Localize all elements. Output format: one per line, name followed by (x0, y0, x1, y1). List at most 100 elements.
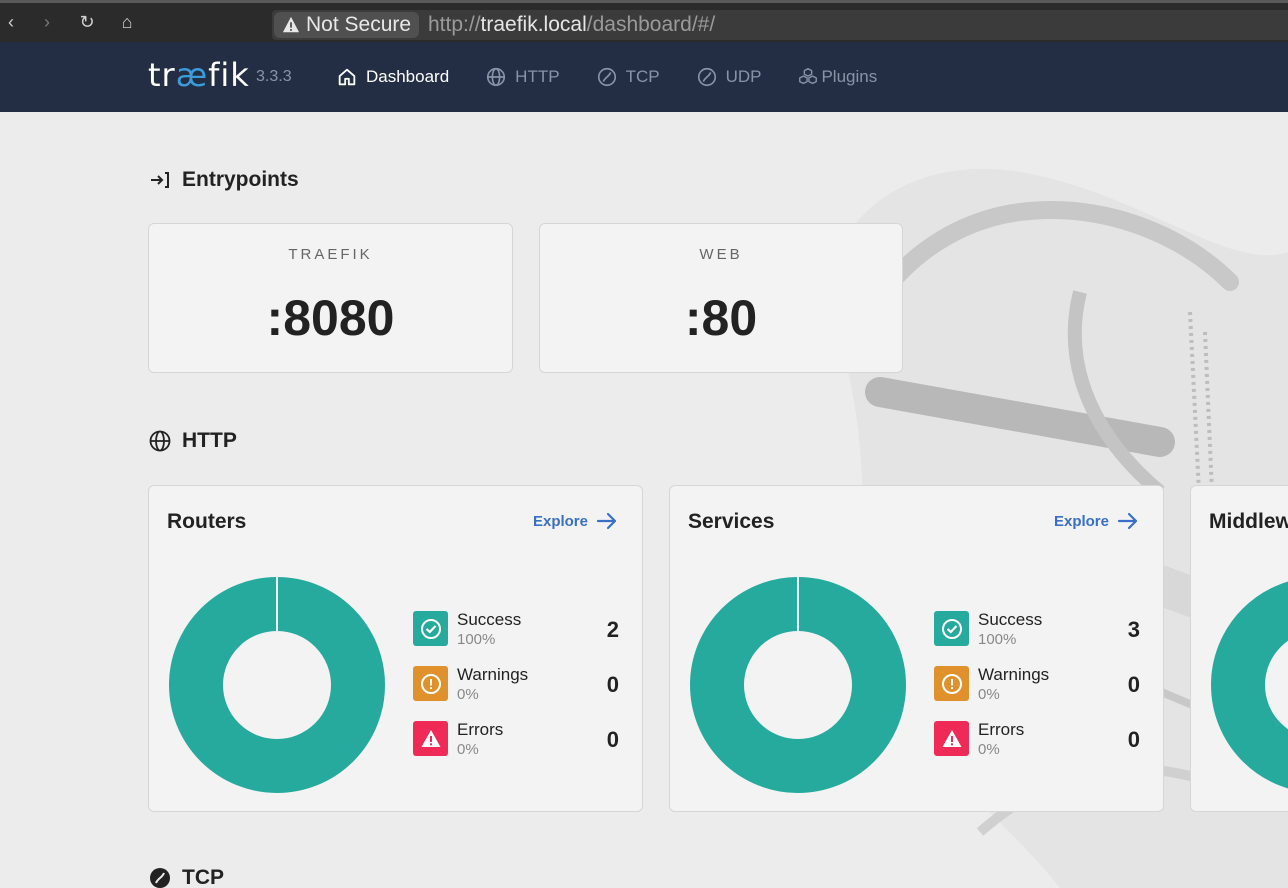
routers-donut-chart (169, 577, 385, 793)
legend-count: 2 (606, 617, 619, 642)
error-triangle-icon (942, 729, 961, 747)
card-title: Middlew (1209, 510, 1288, 533)
legend-percent: 100% (457, 631, 496, 648)
legend-label: Warnings (457, 665, 529, 684)
legend-percent: 0% (978, 741, 1000, 758)
url-path: /dashboard/#/ (586, 13, 716, 36)
explore-label: Explore (532, 512, 588, 530)
legend-count: 0 (606, 727, 619, 752)
url-host: traefik.local (480, 13, 587, 36)
nav-tcp[interactable]: TCP (596, 64, 660, 90)
nav-label: HTTP (515, 67, 560, 86)
check-circle-icon (941, 618, 962, 639)
legend-success: Success 100% 3 (934, 610, 1140, 666)
explore-label: Explore (1053, 512, 1109, 530)
reload-icon[interactable]: ↻ (76, 11, 98, 33)
routers-legend: Success 100% 2 Warnings 0% 0 Errors 0% 0 (413, 610, 619, 776)
warning-badge (934, 666, 969, 701)
home-icon (338, 68, 356, 86)
nav-label: UDP (725, 67, 762, 86)
donut-success-arc (1211, 581, 1288, 789)
version-label: 3.3.3 (256, 68, 292, 85)
nav-label: Plugins (821, 67, 878, 86)
legend-label: Errors (457, 720, 504, 739)
back-icon[interactable]: ‹ (0, 11, 22, 33)
section-title-text: Entrypoints (182, 168, 299, 191)
legend-percent: 0% (978, 686, 1000, 703)
legend-count: 0 (1127, 672, 1140, 697)
entrypoint-card-traefik: TRAEFIK :8080 (148, 223, 513, 373)
tcp-heading: TCP (148, 866, 224, 888)
legend-errors: Errors 0% 0 (413, 720, 619, 776)
security-label: Not Secure (306, 13, 412, 36)
error-badge (413, 721, 448, 756)
browser-toolbar: ‹ › ↻ ⌂ Not Secure http://traefik.local/… (0, 0, 1288, 42)
tcp-icon (150, 868, 170, 888)
legend-label: Errors (978, 720, 1025, 739)
legend-percent: 100% (978, 631, 1017, 648)
nav-udp[interactable]: UDP (696, 64, 762, 90)
browser-home-icon[interactable]: ⌂ (116, 11, 138, 33)
card-title: Services (688, 510, 775, 533)
arrow-right-icon (596, 512, 617, 530)
globe-icon (487, 67, 506, 87)
services-card: Services Explore Success 100% 3 Warnings… (669, 485, 1164, 812)
nav-label: TCP (625, 67, 660, 86)
entrypoints-heading: Entrypoints (148, 168, 299, 192)
nav-label: Dashboard (366, 67, 450, 86)
legend-percent: 0% (457, 686, 479, 703)
arrow-right-icon (1117, 512, 1138, 530)
success-badge (934, 611, 969, 646)
http-heading: HTTP (148, 429, 237, 453)
url-scheme: http:// (428, 13, 481, 36)
routers-card: Routers Explore Success 100% 2 Warnings … (148, 485, 643, 812)
card-title: Routers (167, 510, 247, 533)
entrypoint-name: TRAEFIK (288, 246, 373, 263)
warning-triangle-icon (282, 16, 300, 33)
main-nav: Dashboard HTTP TCP UDP Plugins (336, 64, 913, 90)
forward-icon[interactable]: › (36, 11, 58, 33)
entrypoint-port: :80 (684, 290, 758, 346)
url-text[interactable]: http://traefik.local/dashboard/#/ (428, 12, 715, 38)
services-legend: Success 100% 3 Warnings 0% 0 Errors 0% 0 (934, 610, 1140, 776)
entrypoint-name: WEB (699, 246, 743, 263)
middlewares-card: Middlew (1190, 485, 1288, 812)
success-badge (413, 611, 448, 646)
legend-count: 0 (1127, 727, 1140, 752)
error-triangle-icon (421, 729, 440, 747)
legend-count: 3 (1127, 617, 1140, 642)
legend-count: 0 (606, 672, 619, 697)
middlewares-donut-chart (1211, 581, 1288, 789)
check-circle-icon (420, 618, 441, 639)
address-bar[interactable]: Not Secure http://traefik.local/dashboar… (272, 10, 1288, 40)
legend-warnings: Warnings 0% 0 (934, 665, 1140, 721)
legend-success: Success 100% 2 (413, 610, 619, 666)
entrypoint-card-web: WEB :80 (539, 223, 903, 373)
exclamation-circle-icon (941, 673, 962, 694)
legend-label: Success (457, 610, 522, 629)
exclamation-circle-icon (420, 673, 441, 694)
app-header: træfik 3.3.3 Dashboard HTTP TCP UDP Plug… (0, 42, 1288, 112)
section-title-text: TCP (182, 866, 224, 888)
nav-plugins[interactable]: Plugins (797, 64, 877, 90)
routers-explore-link[interactable]: Explore (533, 512, 618, 530)
services-explore-link[interactable]: Explore (1054, 512, 1139, 530)
nav-http[interactable]: HTTP (485, 64, 560, 90)
entry-arrow-icon (151, 172, 169, 188)
udp-icon (697, 67, 716, 87)
section-title-text: HTTP (182, 429, 237, 452)
legend-label: Warnings (978, 665, 1050, 684)
cubes-icon (799, 68, 818, 85)
nav-dashboard[interactable]: Dashboard (336, 64, 449, 90)
warning-badge (413, 666, 448, 701)
services-donut-chart (690, 577, 906, 793)
error-badge (934, 721, 969, 756)
entrypoint-port: :8080 (266, 290, 395, 346)
legend-label: Success (978, 610, 1043, 629)
globe-icon (149, 430, 171, 452)
security-indicator[interactable]: Not Secure (274, 12, 420, 38)
legend-warnings: Warnings 0% 0 (413, 665, 619, 721)
traefik-logo[interactable]: træfik (148, 56, 250, 94)
legend-percent: 0% (457, 741, 479, 758)
tcp-icon (597, 67, 616, 87)
